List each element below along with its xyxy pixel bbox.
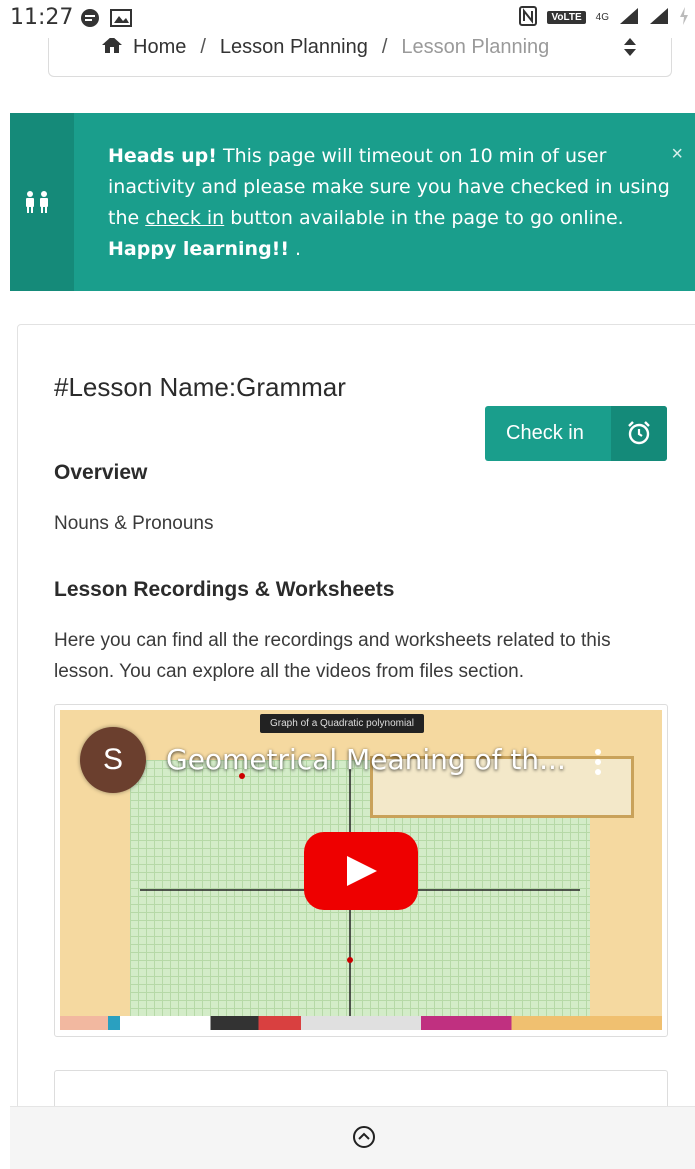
video-glitch-strip	[60, 1016, 662, 1030]
signal-icon	[619, 7, 639, 28]
channel-avatar[interactable]: S	[80, 727, 146, 793]
video-overlay-label: Graph of a Quadratic polynomial	[260, 714, 424, 733]
timeout-alert: Heads up! This page will timeout on 10 m…	[10, 113, 695, 291]
lesson-card: #Lesson Name:Grammar Check in Overview N…	[17, 324, 695, 1132]
status-time: 11:27	[10, 5, 74, 30]
video-embed[interactable]: Graph of a Quadratic polynomial S Geomet…	[54, 704, 668, 1037]
alert-tail: Happy learning!!	[108, 238, 290, 260]
alarm-clock-icon	[611, 406, 667, 461]
sort-icon[interactable]	[623, 36, 637, 63]
close-icon[interactable]: ×	[671, 143, 683, 166]
breadcrumb-home[interactable]: Home	[133, 36, 186, 59]
nfc-icon	[519, 6, 538, 29]
alert-lead: Heads up!	[108, 145, 217, 167]
breadcrumb-current: Lesson Planning	[401, 35, 550, 58]
alert-text-part2: button available in the page to go onlin…	[224, 207, 624, 229]
breadcrumb-separator: /	[200, 35, 206, 58]
play-button[interactable]	[304, 832, 418, 910]
message-notification-icon	[80, 8, 100, 33]
status-bar: 11:27 VoLTE 4G	[0, 0, 695, 38]
chevron-up-circle-icon[interactable]	[352, 1125, 376, 1154]
battery-icon	[679, 6, 689, 29]
breadcrumb-lesson-planning[interactable]: Lesson Planning	[220, 36, 368, 59]
alert-side-strip	[10, 113, 74, 291]
overview-text: Nouns & Pronouns	[54, 513, 214, 534]
breadcrumb-separator: /	[381, 35, 388, 58]
alert-message: Heads up! This page will timeout on 10 m…	[108, 141, 683, 265]
recordings-heading: Lesson Recordings & Worksheets	[54, 578, 395, 601]
gallery-notification-icon	[110, 8, 132, 33]
users-icon	[22, 190, 54, 219]
bottom-bar	[10, 1106, 695, 1169]
alert-checkin-link[interactable]: check in	[145, 207, 224, 229]
signal-icon-2	[649, 7, 669, 28]
volte-badge: VoLTE	[547, 11, 586, 24]
overview-heading: Overview	[54, 461, 148, 484]
alert-trailing: .	[289, 238, 302, 260]
lesson-title: #Lesson Name:Grammar	[54, 372, 346, 402]
video-thumbnail[interactable]: Graph of a Quadratic polynomial S Geomet…	[60, 710, 662, 1030]
video-title[interactable]: Geometrical Meaning of th...	[166, 743, 566, 776]
more-vertical-icon[interactable]	[594, 748, 602, 781]
check-in-button[interactable]: Check in	[485, 406, 667, 461]
check-in-label: Check in	[506, 422, 584, 444]
status-right-icons: VoLTE 4G	[519, 6, 689, 29]
recordings-description: Here you can find all the recordings and…	[54, 630, 611, 682]
network-label: 4G	[595, 12, 609, 23]
play-icon	[347, 856, 377, 886]
